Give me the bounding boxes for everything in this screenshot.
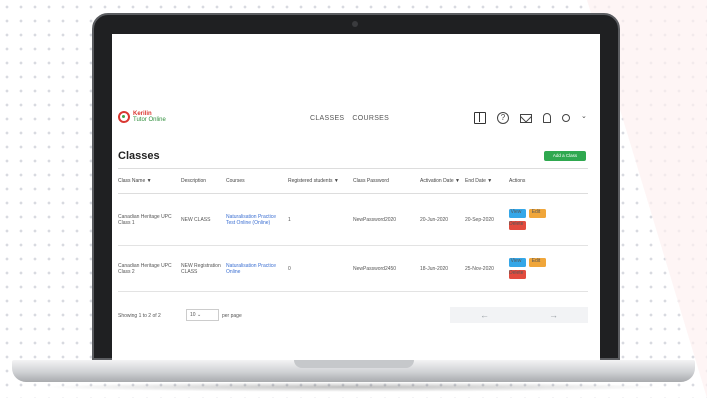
cell-students: 1 <box>288 216 291 223</box>
page-title: Classes <box>118 150 160 162</box>
chevron-down-icon[interactable]: ⌄ <box>581 112 587 124</box>
col-registered-students[interactable]: Registered students ▼ <box>288 178 353 184</box>
cell-password: NewPassword2450 <box>353 265 397 272</box>
next-page-icon[interactable]: → <box>519 307 588 323</box>
help-icon[interactable]: ? <box>497 112 509 124</box>
cell-end-date: 20-Sep-2020 <box>465 216 494 223</box>
main-nav: CLASSES COURSES <box>310 115 389 122</box>
col-courses: Courses <box>226 178 245 184</box>
cell-password: NewPassword2020 <box>353 216 397 223</box>
table-header: Class Name ▼ Description Courses Registe… <box>118 168 588 194</box>
delete-button[interactable]: Delete <box>509 270 526 279</box>
laptop-shadow <box>40 382 667 392</box>
add-class-button[interactable]: Add a Class <box>544 151 586 161</box>
col-activation-date[interactable]: Activation Date ▼ <box>420 178 465 184</box>
header-icons: ? ⌄ <box>474 112 587 124</box>
book-icon[interactable] <box>474 112 486 124</box>
col-actions: Actions <box>509 178 526 184</box>
table-row: Canadian Heritage UPC Class 2 NEW Regist… <box>118 246 588 292</box>
user-icon[interactable] <box>562 114 570 122</box>
row-actions: View Edit Delete <box>509 258 588 279</box>
classes-table: Class Name ▼ Description Courses Registe… <box>118 168 588 292</box>
cell-description: NEW Registration CLASS <box>181 262 221 275</box>
edit-button[interactable]: Edit <box>529 258 546 267</box>
cell-activation-date: 18-Jun-2020 <box>420 265 449 272</box>
laptop-notch <box>294 360 414 368</box>
camera <box>352 21 358 27</box>
cell-description: NEW CLASS <box>181 216 211 223</box>
edit-button[interactable]: Edit <box>529 209 546 218</box>
logo-icon <box>118 111 130 123</box>
cell-course-link[interactable]: Naturalisation Practice Online <box>226 263 288 275</box>
per-page-label: per page <box>222 313 242 319</box>
view-button[interactable]: View <box>509 209 526 218</box>
table-row: Canadian Heritage UPC Class 1 NEW CLASS … <box>118 194 588 246</box>
logo[interactable]: Kerilin Tutor Online <box>118 111 166 123</box>
per-page-select[interactable]: 10 ⌄ <box>186 309 219 321</box>
col-description: Description <box>181 178 207 184</box>
app-header: Kerilin Tutor Online CLASSES COURSES ? ⌄ <box>112 106 600 132</box>
col-class-name[interactable]: Class Name ▼ <box>118 178 181 184</box>
bell-icon[interactable] <box>543 113 551 123</box>
cell-class-name: Canadian Heritage UPC Class 1 <box>118 213 172 226</box>
cell-activation-date: 20-Jun-2020 <box>420 216 449 223</box>
pagination: Showing 1 to 2 of 2 10 ⌄ per page ← → <box>118 307 588 325</box>
laptop-base <box>12 360 695 382</box>
page-nav: ← → <box>450 307 588 323</box>
cell-course-link[interactable]: Naturalisation Practice Test Online (Onl… <box>226 214 288 226</box>
cell-students: 0 <box>288 265 291 272</box>
nav-classes[interactable]: CLASSES <box>310 115 344 122</box>
col-class-password: Class Password <box>353 178 389 184</box>
nav-courses[interactable]: COURSES <box>352 115 389 122</box>
view-button[interactable]: View <box>509 258 526 267</box>
logo-line2: Tutor Online <box>133 117 166 123</box>
chevron-down-icon: ⌄ <box>196 312 202 318</box>
col-end-date[interactable]: End Date ▼ <box>465 178 509 184</box>
laptop-screen: Kerilin Tutor Online CLASSES COURSES ? ⌄… <box>112 34 600 360</box>
mail-icon[interactable] <box>520 113 532 123</box>
row-actions: View Edit Delete <box>509 209 588 230</box>
pagination-summary: Showing 1 to 2 of 2 <box>118 313 161 319</box>
delete-button[interactable]: Delete <box>509 221 526 230</box>
laptop-lid: Kerilin Tutor Online CLASSES COURSES ? ⌄… <box>92 13 620 360</box>
prev-page-icon[interactable]: ← <box>450 307 519 323</box>
cell-class-name: Canadian Heritage UPC Class 2 <box>118 262 172 275</box>
cell-end-date: 25-Nov-2020 <box>465 265 494 272</box>
